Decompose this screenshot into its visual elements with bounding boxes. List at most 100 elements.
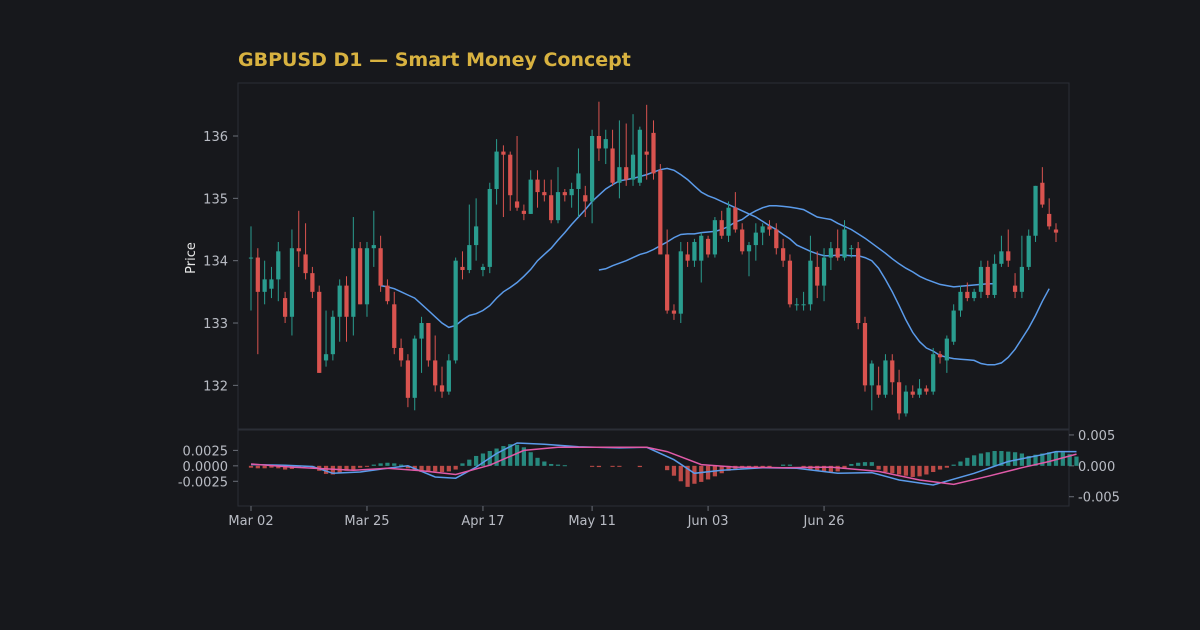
candle-body — [958, 291, 963, 311]
candle — [692, 238, 697, 267]
macd-histogram-bar — [351, 465, 356, 470]
candlesticks — [248, 101, 1059, 420]
candle-body — [862, 323, 868, 386]
candle-body — [487, 188, 492, 267]
macd-lines — [250, 442, 1077, 486]
macd-histogram-bar — [248, 465, 254, 468]
candle-body — [624, 167, 629, 180]
candle-body — [890, 360, 895, 383]
candle-body — [323, 354, 329, 361]
candle — [378, 235, 383, 292]
macd-histogram-bar — [937, 465, 943, 470]
candle — [890, 354, 895, 395]
candle — [426, 323, 431, 367]
macd-left-tick-label: -0.0025 — [178, 475, 228, 490]
candle — [589, 129, 595, 224]
candle — [398, 338, 404, 367]
candle — [610, 129, 615, 186]
candle — [753, 223, 758, 261]
macd-right-tick-label: 0.000 — [1078, 460, 1115, 475]
candle-body — [412, 338, 417, 398]
candle — [269, 266, 274, 299]
candle-body — [760, 226, 765, 233]
candle-body — [330, 316, 335, 355]
candle-body — [610, 148, 615, 183]
candle-body — [255, 257, 260, 292]
candle — [658, 164, 663, 255]
candle — [746, 241, 752, 277]
candle-body — [276, 251, 281, 280]
candle-body — [596, 135, 602, 149]
candle-body — [985, 266, 990, 295]
candle — [501, 145, 506, 218]
candle — [931, 347, 936, 395]
candle-body — [692, 241, 697, 261]
macd-histogram-bar — [890, 465, 895, 474]
macd-line — [250, 442, 1077, 486]
candle — [317, 285, 322, 373]
candle-body — [562, 192, 567, 196]
candle-body — [474, 226, 479, 246]
macd-histogram-bar — [460, 463, 465, 466]
macd-right-tick-label: -0.005 — [1078, 491, 1120, 506]
price-tick-label: 132 — [203, 379, 228, 394]
candle-body — [644, 151, 649, 155]
candle-body — [514, 201, 520, 208]
candle — [835, 229, 840, 261]
candle — [624, 123, 629, 186]
macd-histogram-bar — [931, 465, 936, 473]
candle-body — [378, 248, 383, 286]
candle — [1047, 198, 1052, 230]
candle-body — [576, 173, 581, 189]
candle-body — [617, 167, 622, 183]
macd-histogram-bar — [781, 464, 786, 466]
candle — [364, 241, 370, 317]
candle — [276, 241, 281, 302]
candle-body — [753, 232, 758, 246]
candle-body — [965, 291, 970, 299]
candle — [972, 288, 977, 302]
candle — [596, 101, 602, 161]
candle — [569, 182, 574, 208]
candle — [781, 238, 786, 267]
candle-body — [337, 285, 342, 317]
candle — [460, 251, 465, 280]
candle — [856, 241, 861, 330]
candle-body — [549, 195, 554, 221]
macd-histogram-bar — [917, 465, 922, 477]
macd-histogram-bar — [398, 464, 404, 466]
candle — [310, 266, 315, 299]
candle-body — [849, 248, 854, 250]
macd-histogram-bar — [972, 455, 977, 466]
candle-body — [671, 310, 677, 314]
candle-body — [719, 220, 724, 236]
candle — [1033, 185, 1038, 242]
candle-body — [787, 260, 793, 305]
macd-histogram-bar — [1060, 452, 1065, 466]
candle — [474, 198, 479, 261]
candle — [883, 354, 888, 398]
macd-histogram-bar — [910, 465, 915, 477]
macd-histogram-bar — [446, 465, 451, 472]
candle-body — [972, 291, 977, 299]
candle — [719, 210, 724, 239]
macd-histogram-bar — [453, 465, 458, 470]
chart-title: GBPUSD D1 — Smart Money Concept — [238, 49, 631, 71]
candle — [453, 257, 458, 364]
candle-body — [426, 323, 431, 361]
candle-body — [371, 245, 376, 249]
candle-body — [931, 354, 936, 392]
candle-body — [555, 192, 561, 221]
macd-histogram-bar — [433, 465, 438, 472]
macd-histogram-bar — [617, 465, 622, 467]
candle-body — [282, 298, 288, 317]
candle — [876, 366, 881, 398]
macd-histogram-bar — [856, 462, 861, 466]
candle — [699, 232, 704, 283]
candle-body — [248, 257, 254, 259]
candle — [358, 241, 363, 305]
candle — [576, 148, 581, 218]
macd-histogram-bar — [876, 465, 881, 470]
candle — [740, 223, 745, 255]
candle-body — [1019, 266, 1025, 292]
